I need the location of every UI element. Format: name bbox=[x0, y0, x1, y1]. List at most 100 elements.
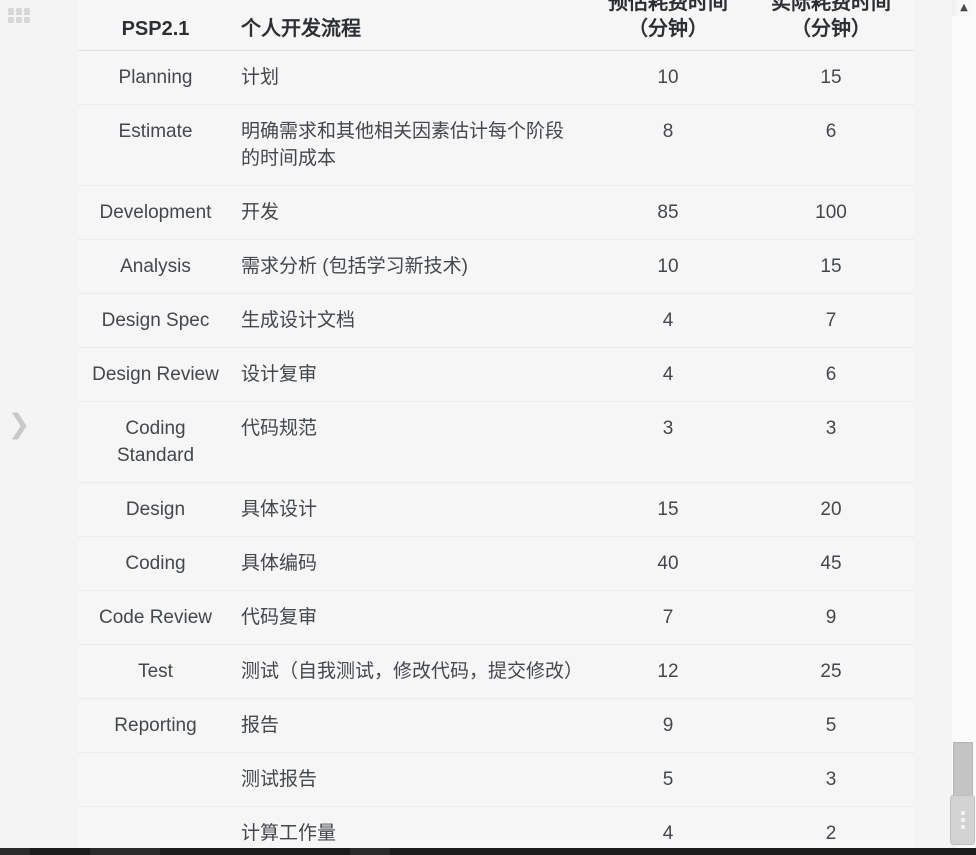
table-row: Code Review 代码复审 7 9 bbox=[78, 590, 914, 645]
table-body: Planning 计划 10 15 Estimate 明确需求和其他相关因素估计每个阶段的… bbox=[78, 50, 914, 848]
table-row: Development 开发 85 100 bbox=[78, 185, 914, 240]
apps-grid-dot bbox=[8, 8, 14, 15]
column-header-estimated-time-line2: （分钟） bbox=[628, 18, 708, 40]
table-row: Coding 具体编码 40 45 bbox=[78, 536, 914, 591]
vertical-scrollbar[interactable]: ▲ ▼ bbox=[950, 0, 976, 848]
bottom-bar-segment bbox=[90, 848, 160, 855]
cell-estimated-minutes: 15 bbox=[588, 482, 748, 537]
apps-grid-dot bbox=[16, 16, 22, 23]
table-row: Design Review 设计复审 4 6 bbox=[78, 347, 914, 402]
table-row: Estimate 明确需求和其他相关因素估计每个阶段的时间成本 8 6 bbox=[78, 104, 914, 186]
scrollbar-track[interactable] bbox=[952, 16, 976, 832]
cell-description: 需求分析 (包括学习新技术) bbox=[233, 239, 588, 294]
chevron-right-icon[interactable]: ❯ bbox=[6, 408, 32, 442]
cell-description: 具体编码 bbox=[233, 536, 588, 591]
cell-description: 报告 bbox=[233, 698, 588, 753]
table-row: Planning 计划 10 15 bbox=[78, 50, 914, 105]
cell-description: 生成设计文档 bbox=[233, 293, 588, 348]
cell-actual-minutes: 100 bbox=[748, 185, 914, 240]
cell-description: 计算工作量 bbox=[233, 806, 588, 848]
scrollbar-thumb[interactable] bbox=[953, 742, 973, 796]
column-header-estimated-time-line1: 预估耗费时间 bbox=[608, 0, 728, 14]
cell-psp-code: Design Review bbox=[78, 347, 233, 402]
cell-psp-code: Coding bbox=[78, 536, 233, 591]
cell-actual-minutes: 6 bbox=[748, 104, 914, 186]
cell-description: 开发 bbox=[233, 185, 588, 240]
table-row: 测试报告 5 3 bbox=[78, 752, 914, 807]
column-header-psp-code: PSP2.1 bbox=[78, 0, 233, 51]
cell-actual-minutes: 2 bbox=[748, 806, 914, 848]
cell-psp-code: Test bbox=[78, 644, 233, 699]
cell-actual-minutes: 45 bbox=[748, 536, 914, 591]
cell-actual-minutes: 15 bbox=[748, 239, 914, 294]
bottom-bar-segment bbox=[350, 848, 390, 855]
table-row: Design Spec 生成设计文档 4 7 bbox=[78, 293, 914, 348]
apps-grid-dot bbox=[24, 8, 30, 15]
cell-estimated-minutes: 5 bbox=[588, 752, 748, 807]
cell-actual-minutes: 3 bbox=[748, 401, 914, 483]
cell-actual-minutes: 7 bbox=[748, 293, 914, 348]
table-row: 计算工作量 4 2 bbox=[78, 806, 914, 848]
cell-psp-code: Coding Standard bbox=[78, 401, 233, 483]
cell-psp-code: Reporting bbox=[78, 698, 233, 753]
cell-actual-minutes: 3 bbox=[748, 752, 914, 807]
cell-estimated-minutes: 10 bbox=[588, 239, 748, 294]
drag-handle-dots-icon bbox=[960, 811, 965, 829]
cell-psp-code: Design Spec bbox=[78, 293, 233, 348]
cell-estimated-minutes: 40 bbox=[588, 536, 748, 591]
cell-description: 测试报告 bbox=[233, 752, 588, 807]
drag-handle-dot bbox=[960, 825, 965, 829]
cell-description: 明确需求和其他相关因素估计每个阶段的时间成本 bbox=[233, 104, 588, 186]
cell-psp-code: Analysis bbox=[78, 239, 233, 294]
apps-grid-dot bbox=[8, 16, 14, 23]
cell-actual-minutes: 9 bbox=[748, 590, 914, 645]
cell-actual-minutes: 20 bbox=[748, 482, 914, 537]
table-header-row: PSP2.1 个人开发流程 预估耗费时间 （分钟） 实际耗费时间 （分钟） bbox=[78, 0, 914, 51]
column-header-actual-time-line2: （分钟） bbox=[791, 18, 871, 40]
cell-estimated-minutes: 4 bbox=[588, 806, 748, 848]
column-header-actual-time-line1: 实际耗费时间 bbox=[771, 0, 891, 14]
scroll-up-icon[interactable]: ▲ bbox=[952, 0, 976, 16]
bottom-bar-segment bbox=[0, 848, 30, 855]
drag-handle[interactable] bbox=[950, 795, 975, 845]
cell-estimated-minutes: 85 bbox=[588, 185, 748, 240]
column-header-estimated-time: 预估耗费时间 （分钟） bbox=[588, 0, 748, 51]
cell-actual-minutes: 25 bbox=[748, 644, 914, 699]
column-header-actual-time: 实际耗费时间 （分钟） bbox=[748, 0, 914, 51]
table-row: Test 测试（自我测试，修改代码，提交修改） 12 25 bbox=[78, 644, 914, 699]
apps-grid-icon[interactable] bbox=[8, 8, 30, 23]
browser-viewport: ❯ PSP2.1 个人开发流程 预估耗费时间 （分钟） 实际耗费时间 （分钟） … bbox=[0, 0, 976, 855]
table-row: Design 具体设计 15 20 bbox=[78, 482, 914, 537]
cell-actual-minutes: 15 bbox=[748, 50, 914, 105]
table-row: Reporting 报告 9 5 bbox=[78, 698, 914, 753]
cell-psp-code bbox=[78, 752, 233, 807]
cell-estimated-minutes: 4 bbox=[588, 347, 748, 402]
column-header-description: 个人开发流程 bbox=[233, 0, 588, 51]
cell-estimated-minutes: 8 bbox=[588, 104, 748, 186]
cell-description: 代码复审 bbox=[233, 590, 588, 645]
drag-handle-dot bbox=[960, 818, 965, 822]
cell-estimated-minutes: 12 bbox=[588, 644, 748, 699]
cell-psp-code: Development bbox=[78, 185, 233, 240]
cell-description: 测试（自我测试，修改代码，提交修改） bbox=[233, 644, 588, 699]
cell-psp-code: Design bbox=[78, 482, 233, 537]
apps-grid-dot bbox=[24, 16, 30, 23]
cell-description: 代码规范 bbox=[233, 401, 588, 483]
cell-estimated-minutes: 4 bbox=[588, 293, 748, 348]
cell-psp-code: Code Review bbox=[78, 590, 233, 645]
document-content: PSP2.1 个人开发流程 预估耗费时间 （分钟） 实际耗费时间 （分钟） Pl… bbox=[78, 0, 914, 848]
table-row: Coding Standard 代码规范 3 3 bbox=[78, 401, 914, 483]
cell-psp-code: Planning bbox=[78, 50, 233, 105]
cell-description: 设计复审 bbox=[233, 347, 588, 402]
cell-actual-minutes: 5 bbox=[748, 698, 914, 753]
psp-table: PSP2.1 个人开发流程 预估耗费时间 （分钟） 实际耗费时间 （分钟） Pl… bbox=[78, 0, 914, 848]
cell-estimated-minutes: 7 bbox=[588, 590, 748, 645]
cell-psp-code: Estimate bbox=[78, 104, 233, 186]
cell-estimated-minutes: 9 bbox=[588, 698, 748, 753]
table-row: Analysis 需求分析 (包括学习新技术) 10 15 bbox=[78, 239, 914, 294]
cell-description: 计划 bbox=[233, 50, 588, 105]
cell-psp-code bbox=[78, 806, 233, 848]
drag-handle-dot bbox=[960, 811, 965, 815]
cell-actual-minutes: 6 bbox=[748, 347, 914, 402]
cell-estimated-minutes: 3 bbox=[588, 401, 748, 483]
